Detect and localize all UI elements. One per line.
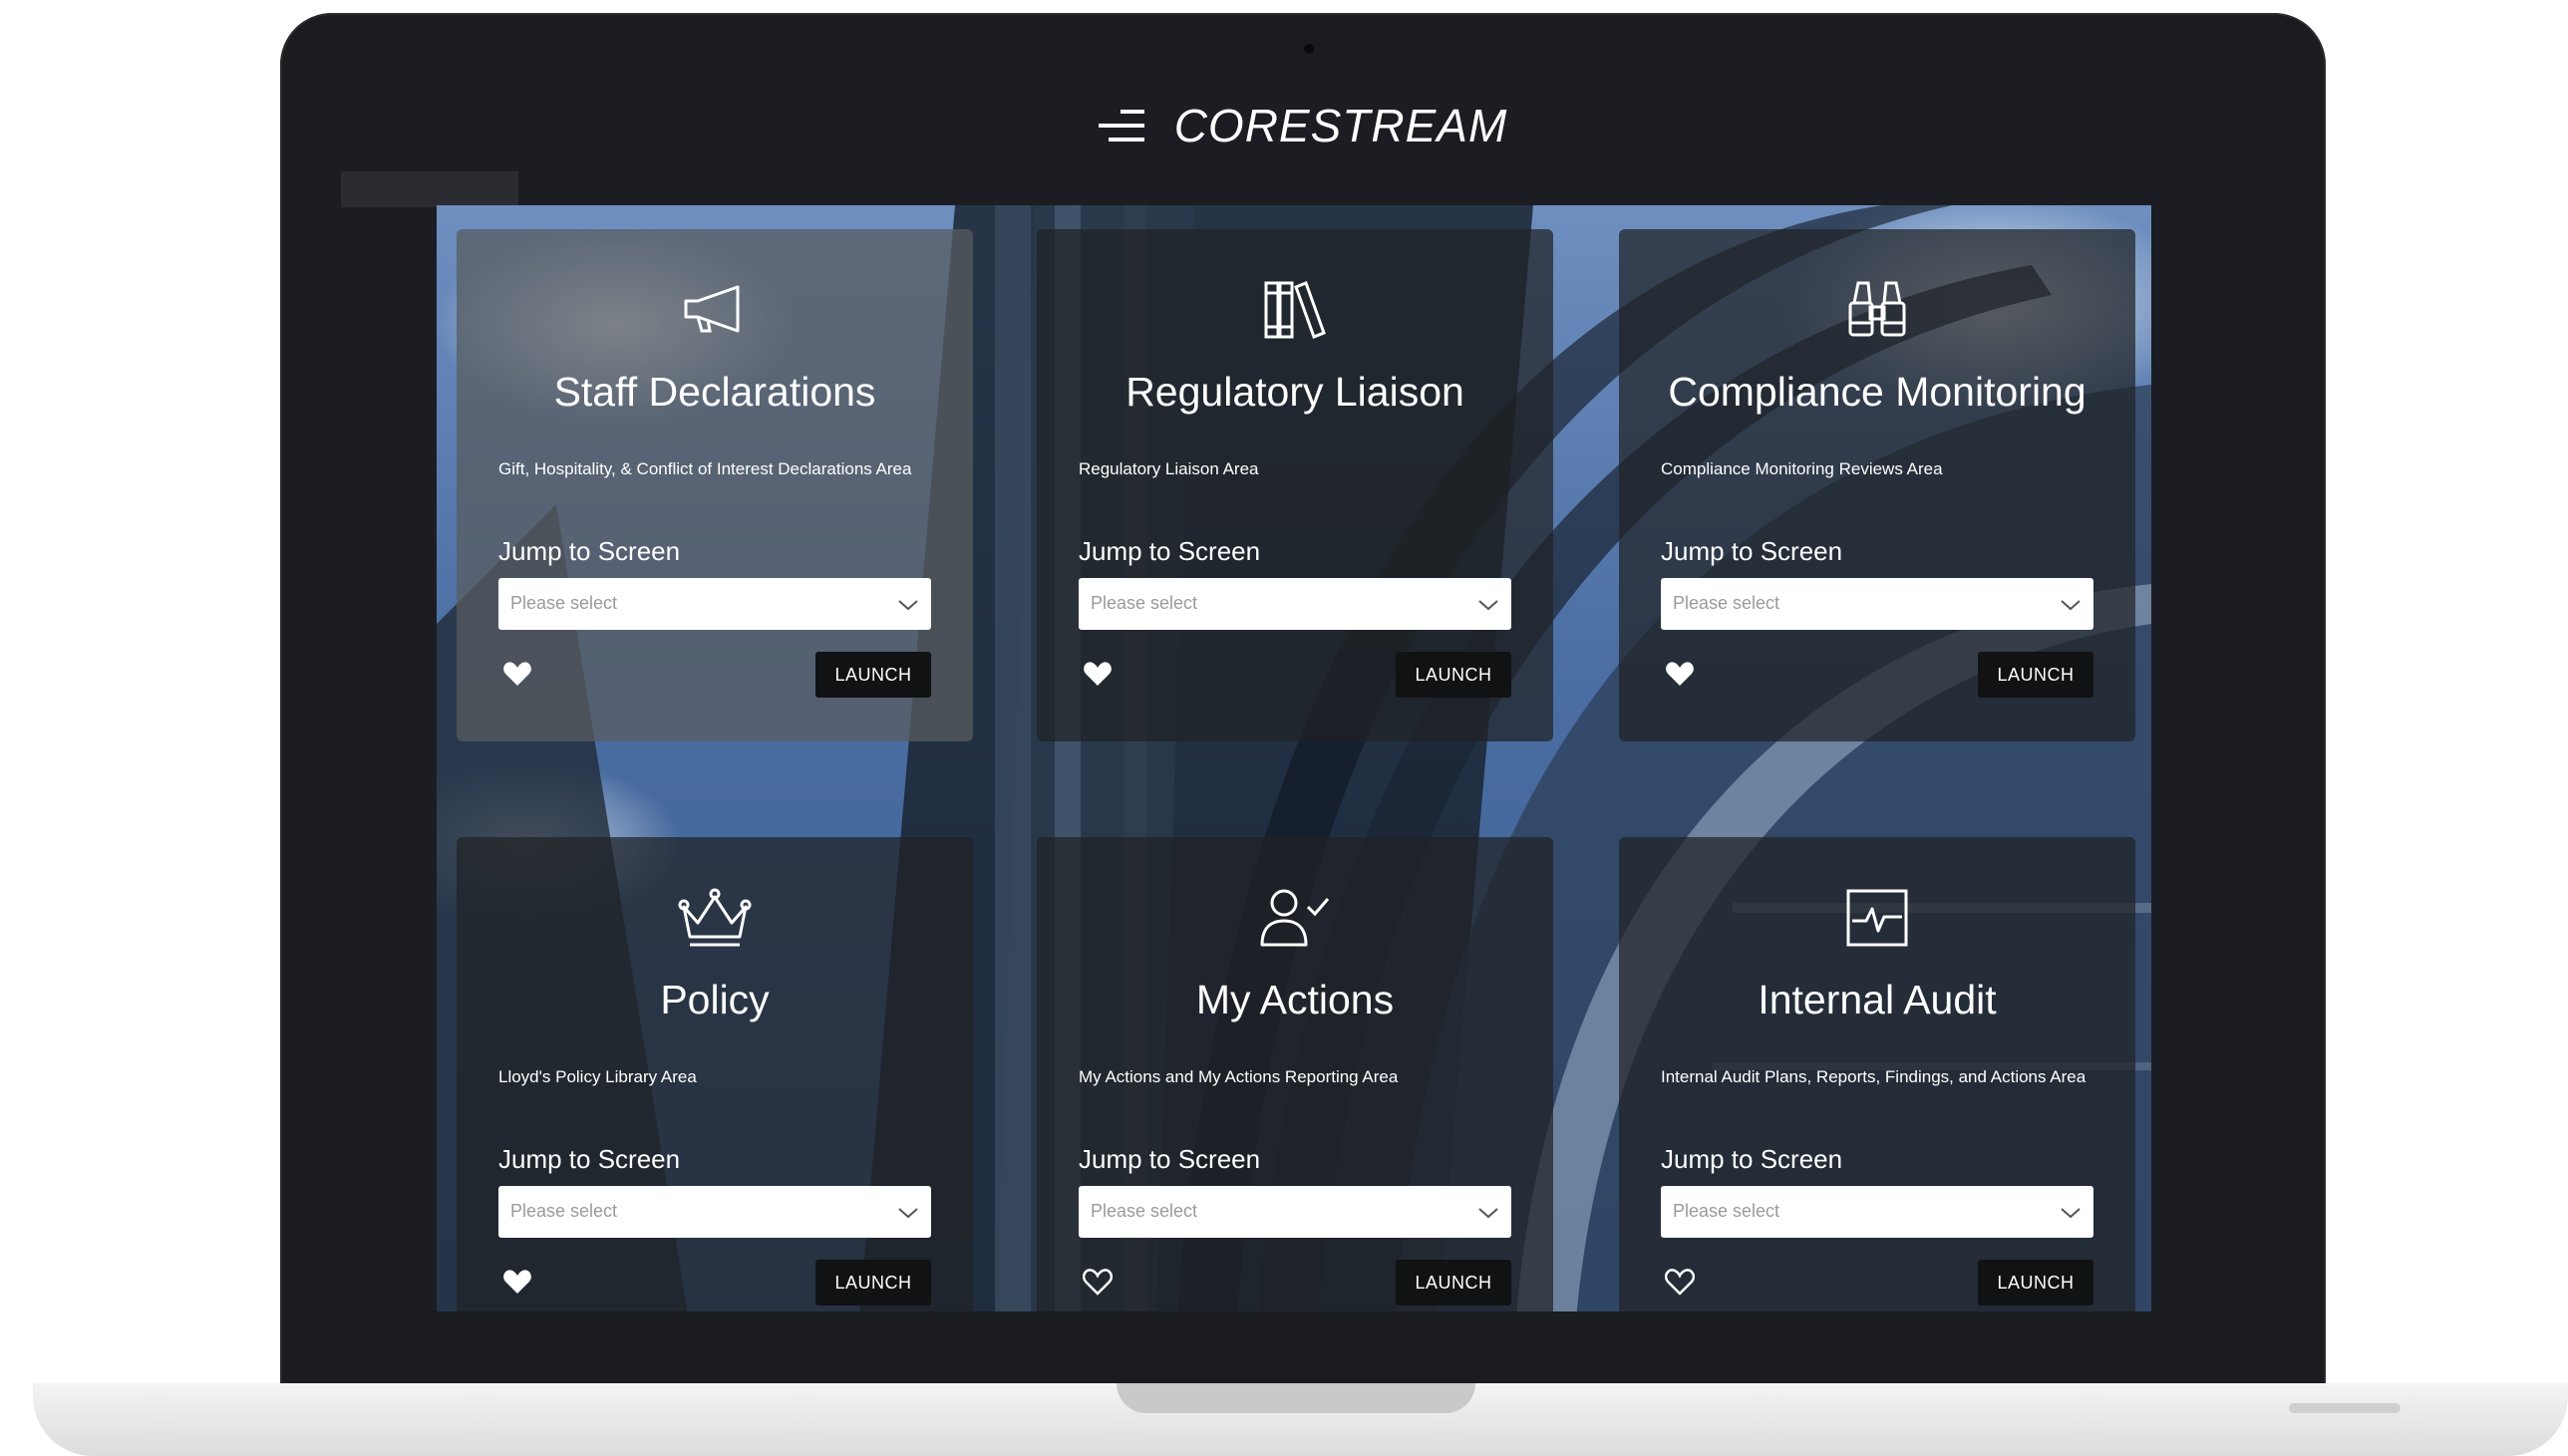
card-description: Internal Audit Plans, Reports, Findings,… — [1661, 1067, 2086, 1086]
chevron-down-icon — [898, 1208, 918, 1219]
select-placeholder: Please select — [1091, 1201, 1198, 1221]
card-title: Compliance Monitoring — [1668, 369, 2086, 415]
pulse-chart-icon — [1846, 889, 1908, 947]
card-title: My Actions — [1195, 977, 1395, 1022]
user-check-icon — [1260, 889, 1330, 947]
chevron-down-icon — [1478, 600, 1498, 611]
card-title: Internal Audit — [1758, 977, 1997, 1022]
jump-to-screen-label: Jump to Screen — [498, 1144, 681, 1174]
launch-button[interactable]: LAUNCH — [1978, 652, 2093, 698]
favorite-heart-icon[interactable] — [1665, 660, 1695, 688]
card-description: Regulatory Liaison Area — [1079, 459, 1259, 478]
jump-to-screen-select[interactable]: Please select — [498, 578, 931, 630]
camera — [1304, 44, 1314, 54]
card-title: Staff Declarations — [553, 369, 876, 415]
favorite-heart-icon[interactable] — [1083, 660, 1113, 688]
card-description: Lloyd's Policy Library Area — [498, 1067, 697, 1086]
brand-name: CORESTREAM — [1173, 99, 1508, 151]
select-placeholder: Please select — [510, 593, 618, 613]
chevron-down-icon — [2061, 600, 2081, 611]
card-staff-declarations: Staff Declarations Gift, Hospitality, & … — [457, 229, 973, 741]
chevron-down-icon — [1478, 1208, 1498, 1219]
brand-logo[interactable]: CORESTREAM — [1098, 99, 1508, 152]
select-placeholder: Please select — [1091, 593, 1198, 613]
launch-button[interactable]: LAUNCH — [815, 652, 931, 698]
select-placeholder: Please select — [1673, 593, 1780, 613]
card-description: Compliance Monitoring Reviews Area — [1661, 459, 1943, 478]
card-regulatory-liaison: Regulatory Liaison Regulatory Liaison Ar… — [1037, 229, 1553, 741]
megaphone-icon — [684, 285, 740, 333]
favorite-heart-icon[interactable] — [502, 1268, 532, 1296]
binoculars-icon — [1848, 281, 1906, 337]
laptop-hinge — [1117, 1383, 1475, 1413]
dashboard-content: Staff Declarations Gift, Hospitality, & … — [437, 205, 2151, 1311]
jump-to-screen-select[interactable]: Please select — [498, 1186, 931, 1238]
jump-to-screen-label: Jump to Screen — [498, 536, 681, 566]
launch-button[interactable]: LAUNCH — [1396, 1260, 1511, 1306]
card-title: Policy — [660, 977, 770, 1022]
crown-icon — [678, 888, 752, 947]
card-compliance-monitoring: Compliance Monitoring Compliance Monitor… — [1619, 229, 2135, 741]
jump-to-screen-label: Jump to Screen — [1079, 536, 1261, 566]
chevron-down-icon — [2061, 1208, 2081, 1219]
jump-to-screen-label: Jump to Screen — [1661, 1144, 1843, 1174]
card-policy: Policy Lloyd's Policy Library Area Jump … — [457, 837, 973, 1311]
laptop-indicator — [2289, 1403, 2401, 1413]
launch-button[interactable]: LAUNCH — [1978, 1260, 2093, 1306]
jump-to-screen-select[interactable]: Please select — [1661, 578, 2093, 630]
card-description: Gift, Hospitality, & Conflict of Interes… — [498, 459, 912, 478]
chevron-down-icon — [898, 600, 918, 611]
card-description: My Actions and My Actions Reporting Area — [1079, 1067, 1399, 1086]
jump-to-screen-select[interactable]: Please select — [1661, 1186, 2093, 1238]
launch-button[interactable]: LAUNCH — [815, 1260, 931, 1306]
app-screen: CORESTREAM Staff Declarations Gift, Hosp… — [329, 78, 2277, 1311]
favorite-heart-outline-icon[interactable] — [1665, 1268, 1695, 1296]
select-placeholder: Please select — [510, 1201, 618, 1221]
jump-to-screen-label: Jump to Screen — [1661, 536, 1843, 566]
app-header: CORESTREAM — [329, 78, 2277, 172]
favorite-heart-icon[interactable] — [502, 660, 532, 688]
jump-to-screen-label: Jump to Screen — [1079, 1144, 1261, 1174]
corestream-logo-icon — [1098, 109, 1144, 142]
jump-to-screen-select[interactable]: Please select — [1079, 1186, 1511, 1238]
card-title: Regulatory Liaison — [1125, 369, 1464, 415]
select-placeholder: Please select — [1673, 1201, 1780, 1221]
favorite-heart-outline-icon[interactable] — [1083, 1268, 1113, 1296]
card-my-actions: My Actions My Actions and My Actions Rep… — [1037, 837, 1553, 1311]
launch-button[interactable]: LAUNCH — [1396, 652, 1511, 698]
sidebar-tab[interactable] — [341, 171, 518, 207]
books-icon — [1264, 281, 1326, 339]
card-internal-audit: Internal Audit Internal Audit Plans, Rep… — [1619, 837, 2135, 1311]
jump-to-screen-select[interactable]: Please select — [1079, 578, 1511, 630]
